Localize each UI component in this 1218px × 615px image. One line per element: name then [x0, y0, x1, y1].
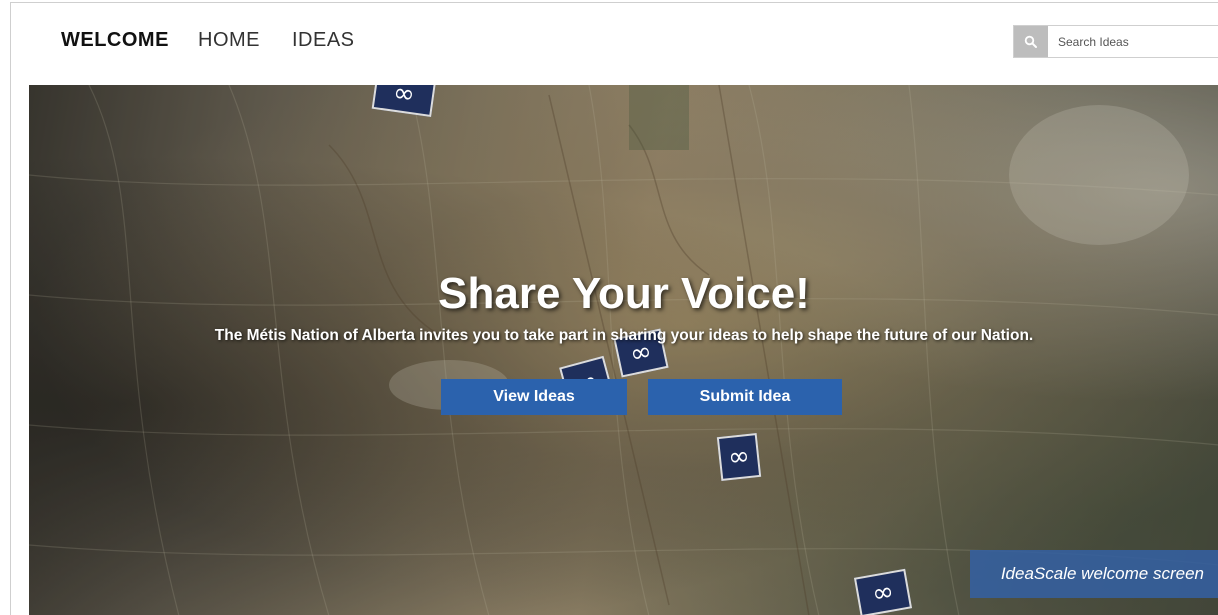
image-caption: IdeaScale welcome screen [970, 550, 1218, 598]
nav-welcome[interactable]: WELCOME [61, 29, 169, 52]
hero-subtitle: The Métis Nation of Alberta invites you … [214, 327, 1034, 344]
top-nav: WELCOME HOME IDEAS [11, 3, 1218, 83]
hero-title: Share Your Voice! [438, 269, 810, 318]
search-button[interactable] [1014, 26, 1048, 57]
map-pin-icon: ∞ [716, 433, 762, 481]
map-pin-icon: ∞ [853, 568, 913, 615]
nav-ideas[interactable]: IDEAS [292, 29, 355, 52]
hero-banner: ∞ ∞ ∞ ∞ ∞ Share Your Voice! The Métis Na… [29, 85, 1218, 615]
search-input[interactable] [1058, 26, 1216, 57]
search-icon [1024, 35, 1037, 48]
submit-idea-button[interactable]: Submit Idea [648, 379, 842, 415]
page-frame: WELCOME HOME IDEAS Search Ideas ∞ ∞ ∞ ∞ … [10, 2, 1218, 615]
view-ideas-button[interactable]: View Ideas [441, 379, 627, 415]
nav-home[interactable]: HOME [198, 29, 260, 52]
search-box [1013, 25, 1218, 58]
